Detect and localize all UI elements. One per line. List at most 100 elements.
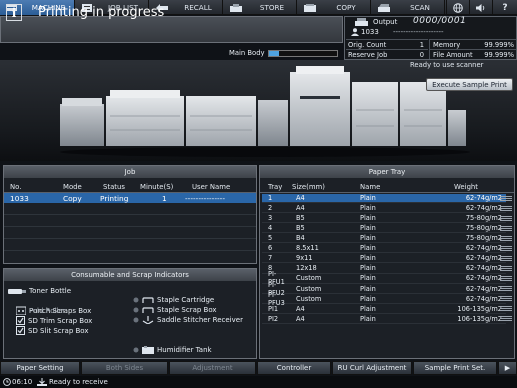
status-dot-icon: [133, 317, 139, 323]
arrow-right-icon: ▶: [504, 364, 511, 372]
memory-row: Memory 99.999%: [429, 39, 516, 49]
tray-row-size: B5: [296, 224, 305, 233]
tray-level-gauge: [500, 235, 512, 243]
tray-level-bar: [500, 320, 512, 322]
tab-copy[interactable]: COPY: [298, 0, 371, 15]
tray-level-gauge: [500, 316, 512, 323]
sd-trim-scrap-indicator[interactable]: SD Trim Scrap Box: [16, 316, 92, 325]
tray-level-bar: [500, 195, 512, 197]
consumables-panel-title: Consumable and Scrap Indicators: [4, 269, 256, 281]
saddle-stitcher-icon: [142, 316, 154, 324]
tray-row-size: 12x18: [296, 264, 317, 273]
tray-row-name: Plain: [360, 194, 376, 203]
controller-button[interactable]: Controller: [257, 361, 331, 375]
orig-count-label: Orig. Count: [348, 40, 387, 49]
tray-level-bar: [500, 247, 512, 249]
tray-row[interactable]: 5 B4 Plain 75-80g/m2: [262, 234, 506, 244]
user-icon: [351, 28, 359, 36]
paper-setting-button[interactable]: Paper Setting: [0, 361, 80, 375]
job-col-status: Status: [103, 183, 125, 191]
main-body-gauge: [268, 50, 338, 57]
tray-row[interactable]: 7 9x11 Plain 62-74g/m2: [262, 254, 506, 264]
tray-row[interactable]: PI2 A4 Plain 106-135g/m2: [262, 315, 506, 324]
tray-row-weight: 62-74g/m2: [465, 274, 502, 283]
job-row-user: ---------------: [185, 194, 226, 203]
humidifier-tank-indicator[interactable]: Humidifier Tank: [133, 346, 212, 354]
toner-bottle-label: Toner Bottle: [29, 287, 72, 295]
tray-row[interactable]: PI-PFU3 Custom Plain 62-74g/m2: [262, 291, 506, 307]
tray-level-bar: [500, 287, 512, 289]
tray-level-gauge: [500, 205, 512, 213]
help-button[interactable]: ?: [492, 0, 517, 15]
checkbox-checked-icon: [16, 326, 25, 335]
tray-level-gauge: [500, 296, 512, 303]
tray-row-name: Plain: [360, 214, 376, 223]
tray-row[interactable]: 4 B5 Plain 75-80g/m2: [262, 224, 506, 234]
tray-row-weight: 62-74g/m2: [465, 244, 502, 253]
toner-bottle-indicator[interactable]: Toner Bottle: [8, 287, 71, 295]
tray-level-bar: [500, 255, 512, 257]
tray-level-gauge: [500, 285, 512, 293]
sd-slit-scrap-label: SD Slit Scrap Box: [28, 326, 89, 335]
ru-curl-adjustment-button[interactable]: RU Curl Adjustment: [332, 361, 412, 375]
tray-row[interactable]: PI-PFU2 Custom Plain 62-74g/m2: [262, 281, 506, 297]
tray-level-bar: [500, 308, 512, 310]
staple-cartridge-indicator[interactable]: Staple Cartridge: [133, 296, 214, 304]
tray-row[interactable]: 8 12x18 Plain 62-74g/m2: [262, 264, 506, 274]
tray-row[interactable]: PI-PFU1 Custom Plain 62-74g/m2: [262, 270, 506, 286]
status-dot-icon: [133, 307, 139, 313]
tray-level-gauge: [500, 275, 512, 283]
staple-scrap-indicator[interactable]: Staple Scrap Box: [133, 306, 217, 314]
tray-row[interactable]: 6 8.5x11 Plain 62-74g/m2: [262, 244, 506, 254]
tray-level-bar: [500, 298, 512, 299]
tray-level-bar: [500, 235, 512, 237]
orig-count-value: 1: [419, 40, 424, 49]
tray-row-name: Plain: [360, 234, 376, 243]
tray-level-bar: [500, 285, 512, 287]
tray-row-name: Plain: [360, 314, 376, 323]
tray-row-size: 8.5x11: [296, 244, 319, 253]
tray-level-bar: [500, 310, 512, 312]
tray-row[interactable]: 2 A4 Plain 62-74g/m2: [262, 204, 506, 214]
staple-icon: [142, 296, 154, 303]
current-job-number: 1033: [361, 28, 379, 36]
staple-cartridge-label: Staple Cartridge: [157, 296, 215, 304]
tray-col-size: Size(mm): [292, 183, 325, 191]
tray-row-size: A4: [296, 304, 305, 313]
reserve-job-row: Reserve Job 0: [346, 49, 428, 59]
tray-level-bar: [500, 259, 512, 261]
tray-level-bar: [500, 229, 512, 231]
footer-time: 06:10: [12, 378, 33, 386]
tray-level-bar: [500, 296, 512, 297]
sample-print-set-button[interactable]: Sample Print Set.: [413, 361, 497, 375]
job-panel-title: Job: [4, 166, 256, 178]
tray-row-name: Plain: [360, 264, 376, 273]
language-button[interactable]: [446, 0, 468, 15]
tray-header-divider: [260, 192, 514, 193]
tray-level-bar: [500, 257, 512, 259]
next-page-button[interactable]: ▶: [498, 361, 517, 375]
tab-scan[interactable]: SCAN: [372, 0, 445, 15]
tray-row[interactable]: 3 B5 Plain 75-80g/m2: [262, 214, 506, 224]
job-empty-row: [4, 203, 256, 215]
punch-scraps-indicator[interactable]: Fold Roller Punch Scraps Box: [16, 306, 91, 315]
execute-sample-print-button[interactable]: Execute Sample Print: [426, 78, 513, 91]
tray-row-tray: PI2: [268, 314, 279, 323]
tray-row-tray: 7: [268, 254, 273, 263]
job-row-mode: Copy: [63, 194, 82, 203]
adjustment-button[interactable]: Adjustment: [169, 361, 256, 375]
help-icon: ?: [502, 2, 508, 13]
tray-row[interactable]: PI1 A4 Plain 106-135g/m2: [262, 305, 506, 314]
checkbox-checked-icon: [16, 316, 25, 325]
saddle-stitcher-indicator[interactable]: Saddle Stitcher Receiver: [133, 316, 243, 324]
both-sides-button[interactable]: Both Sides: [81, 361, 168, 375]
tab-store[interactable]: STORE: [224, 0, 297, 15]
tray-level-bar: [500, 300, 512, 301]
tray-row[interactable]: 1 A4 Plain 62-74g/m2: [262, 194, 506, 204]
sd-trim-scrap-label: SD Trim Scrap Box: [28, 316, 93, 325]
tray-level-bar: [500, 245, 512, 247]
job-row-minutes: 1: [162, 194, 167, 203]
sd-slit-scrap-indicator[interactable]: SD Slit Scrap Box: [16, 326, 89, 335]
volume-button[interactable]: [469, 0, 491, 15]
tray-row-tray: PI1: [268, 304, 279, 313]
